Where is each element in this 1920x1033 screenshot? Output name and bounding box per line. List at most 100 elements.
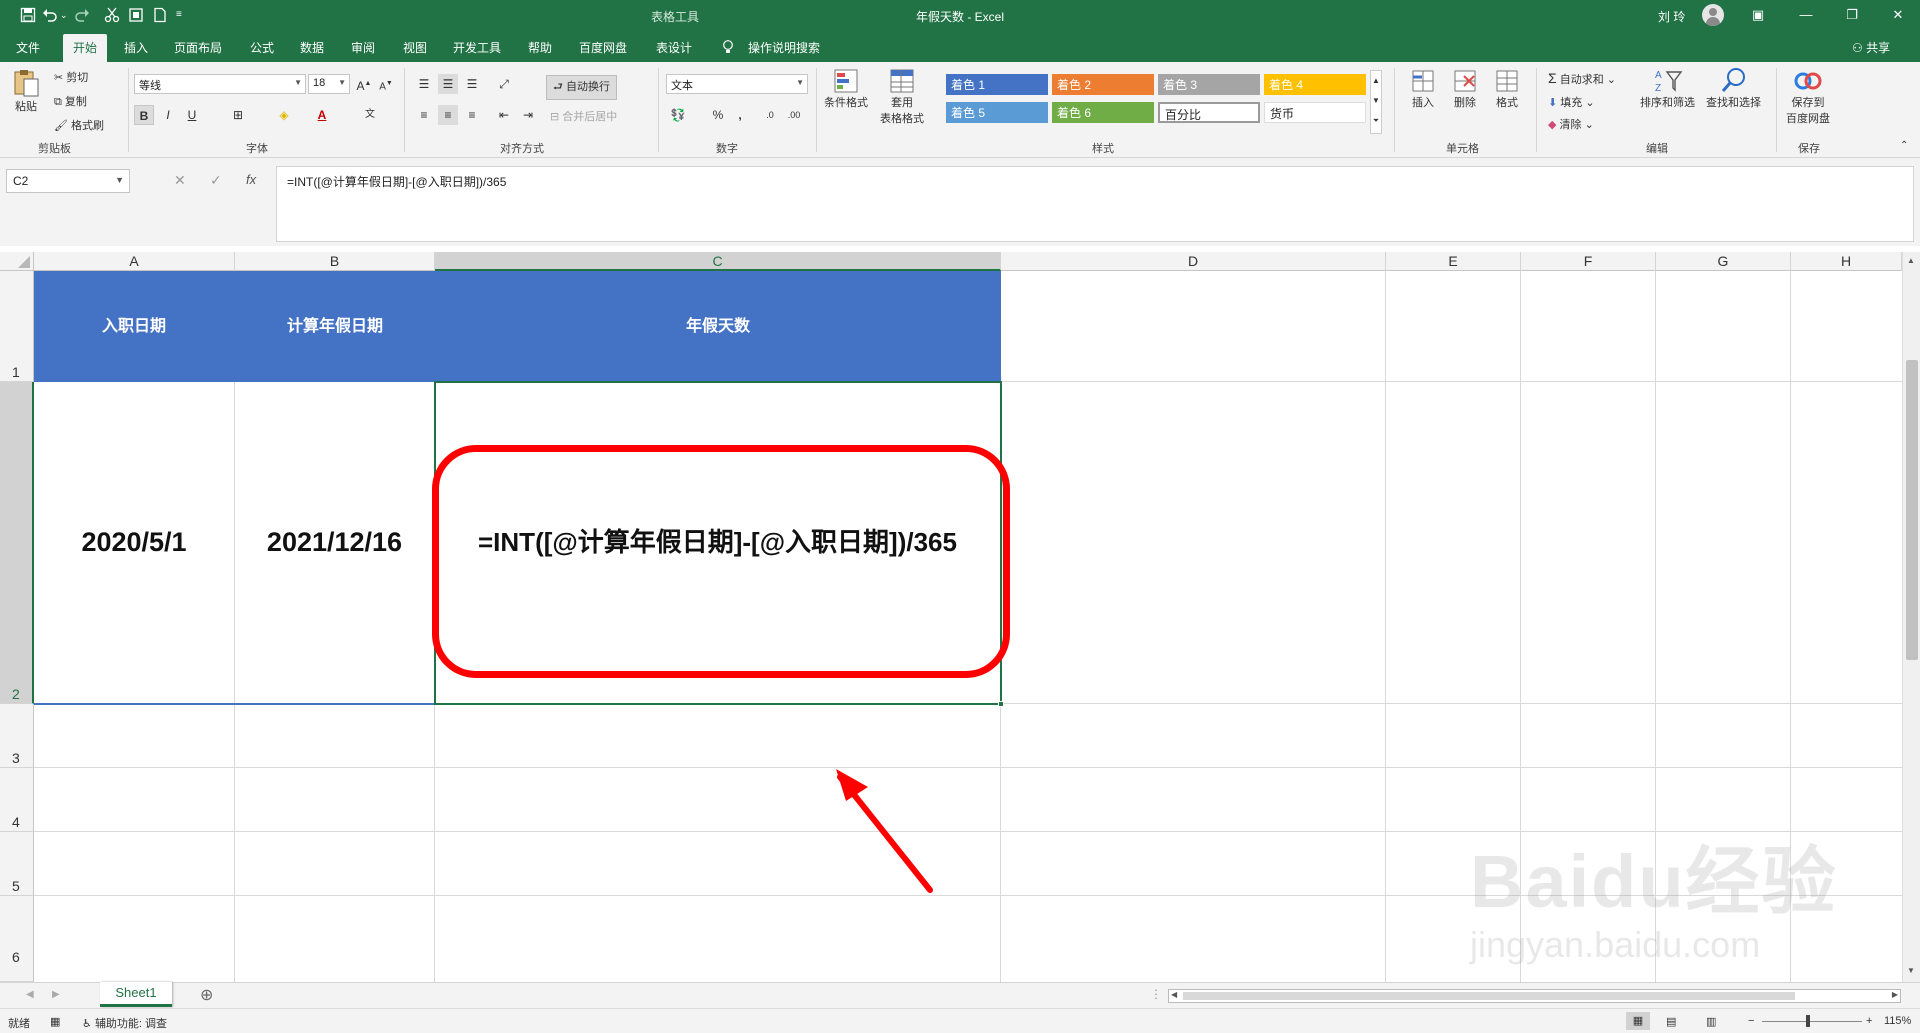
tab-view[interactable]: 视图 bbox=[403, 39, 427, 56]
orientation-icon[interactable]: ⤢ bbox=[494, 74, 514, 94]
sort-filter-button[interactable]: AZ 排序和筛选 bbox=[1640, 66, 1695, 110]
tab-home[interactable]: 开始 bbox=[63, 34, 108, 62]
worksheet-grid[interactable]: A B C D E F G H 1 2 3 4 5 6 入职日期 计算年假日期 … bbox=[0, 252, 1902, 982]
align-bottom-icon[interactable]: ☰ bbox=[462, 74, 482, 94]
tab-insert[interactable]: 插入 bbox=[124, 39, 148, 56]
insert-cells-button[interactable]: 插入 bbox=[1410, 68, 1436, 110]
column-header-b[interactable]: B bbox=[235, 252, 435, 271]
formula-input[interactable]: =INT([@计算年假日期]-[@入职日期])/365 bbox=[276, 166, 1914, 242]
format-as-table-button[interactable]: 套用 表格格式 bbox=[880, 68, 924, 126]
column-header-c[interactable]: C bbox=[435, 252, 1001, 271]
add-sheet-button[interactable]: ⊕ bbox=[200, 985, 213, 1005]
style-currency[interactable]: 货币 bbox=[1264, 102, 1366, 123]
scrollbar-thumb[interactable] bbox=[1183, 992, 1795, 1000]
next-sheet-icon[interactable]: ▶ bbox=[52, 989, 60, 1000]
wrap-text-button[interactable]: ⮐ 自动换行 bbox=[546, 75, 617, 100]
tab-formulas[interactable]: 公式 bbox=[250, 39, 274, 56]
tab-split-handle[interactable]: ⋮ bbox=[1150, 987, 1162, 1001]
insert-function-button[interactable]: fx bbox=[246, 172, 256, 187]
scrollbar-thumb[interactable] bbox=[1906, 360, 1918, 660]
tab-data[interactable]: 数据 bbox=[300, 39, 324, 56]
sheet-tab[interactable]: Sheet1 bbox=[100, 982, 172, 1007]
autosum-button[interactable]: Σ 自动求和 ⌄ bbox=[1548, 70, 1616, 87]
style-accent-2[interactable]: 着色 2 bbox=[1052, 74, 1154, 95]
page-break-view-icon[interactable]: ▥ bbox=[1706, 1015, 1716, 1028]
table-header-cell[interactable]: 年假天数 bbox=[435, 271, 1001, 382]
minimize-icon[interactable]: — bbox=[1792, 4, 1820, 26]
scroll-left-icon[interactable]: ◀ bbox=[1171, 990, 1177, 999]
font-name-select[interactable]: 等线 ▼ bbox=[134, 74, 306, 94]
increase-font-icon[interactable]: A▲ bbox=[354, 74, 374, 94]
currency-icon[interactable]: 💱 bbox=[668, 105, 688, 125]
scroll-down-icon[interactable]: ▼ bbox=[1907, 966, 1915, 975]
clear-button[interactable]: ◆ 清除 ⌄ bbox=[1548, 116, 1594, 132]
style-accent-5[interactable]: 着色 5 bbox=[946, 102, 1048, 123]
copy-button[interactable]: ⧉ 复制 bbox=[54, 93, 87, 109]
style-accent-6[interactable]: 着色 6 bbox=[1052, 102, 1154, 123]
font-size-select[interactable]: 18 ▼ bbox=[308, 74, 350, 94]
row-header-5[interactable]: 5 bbox=[0, 832, 34, 896]
column-header-d[interactable]: D bbox=[1001, 252, 1386, 271]
tab-table-design[interactable]: 表设计 bbox=[656, 39, 692, 56]
tab-file[interactable]: 文件 bbox=[16, 39, 40, 56]
decrease-font-icon[interactable]: A▼ bbox=[376, 74, 396, 94]
tab-review[interactable]: 审阅 bbox=[351, 39, 375, 56]
tab-page-layout[interactable]: 页面布局 bbox=[174, 39, 222, 56]
delete-cells-button[interactable]: 删除 bbox=[1452, 68, 1478, 110]
ribbon-display-icon[interactable]: ▣ bbox=[1744, 4, 1772, 26]
user-name[interactable]: 刘 玲 bbox=[1658, 8, 1685, 25]
name-box[interactable]: C2 ▼ bbox=[6, 169, 130, 193]
close-icon[interactable]: ✕ bbox=[1884, 4, 1912, 26]
increase-indent-icon[interactable]: ⇥ bbox=[518, 105, 538, 125]
tab-help[interactable]: 帮助 bbox=[528, 39, 552, 56]
tab-developer[interactable]: 开发工具 bbox=[453, 39, 501, 56]
bold-button[interactable]: B bbox=[134, 105, 154, 125]
normal-view-icon[interactable]: ▦ bbox=[1626, 1012, 1650, 1030]
align-top-icon[interactable]: ☰ bbox=[414, 74, 434, 94]
row-header-1[interactable]: 1 bbox=[0, 271, 34, 382]
zoom-out-button[interactable]: − bbox=[1748, 1015, 1754, 1027]
zoom-level[interactable]: 115% bbox=[1884, 1015, 1911, 1027]
share-button[interactable]: ⚇ 共享 bbox=[1852, 39, 1890, 56]
row-header-4[interactable]: 4 bbox=[0, 768, 34, 832]
zoom-in-button[interactable]: + bbox=[1866, 1015, 1872, 1027]
enter-formula-button[interactable]: ✓ bbox=[210, 172, 222, 189]
zoom-slider-thumb[interactable] bbox=[1806, 1015, 1810, 1027]
save-to-netdisk-button[interactable]: 保存到 百度网盘 bbox=[1786, 68, 1830, 126]
gallery-scroll[interactable]: ▲ ▼ ⏷ bbox=[1370, 70, 1382, 134]
restore-icon[interactable]: ❐ bbox=[1838, 4, 1866, 26]
column-header-a[interactable]: A bbox=[34, 252, 235, 271]
font-color-icon[interactable]: A bbox=[312, 105, 332, 125]
horizontal-scrollbar[interactable]: ◀ ▶ bbox=[1168, 989, 1901, 1003]
column-header-f[interactable]: F bbox=[1521, 252, 1656, 271]
align-middle-icon[interactable]: ☰ bbox=[438, 74, 458, 94]
cut-button[interactable]: ✂ 剪切 bbox=[54, 69, 88, 85]
align-right-icon[interactable]: ≡ bbox=[462, 105, 482, 125]
italic-button[interactable]: I bbox=[158, 105, 178, 125]
scroll-right-icon[interactable]: ▶ bbox=[1892, 990, 1898, 999]
macro-record-icon[interactable]: ▦ bbox=[50, 1015, 60, 1028]
select-all-corner[interactable] bbox=[0, 252, 34, 271]
underline-button[interactable]: U bbox=[182, 105, 202, 125]
zoom-slider[interactable] bbox=[1762, 1021, 1862, 1022]
conditional-format-button[interactable]: 条件格式 bbox=[824, 68, 868, 110]
decrease-indent-icon[interactable]: ⇤ bbox=[494, 105, 514, 125]
comma-button[interactable]: , bbox=[730, 105, 750, 125]
merge-center-button[interactable]: ⊟ 合并后居中 bbox=[550, 108, 617, 124]
style-accent-4[interactable]: 着色 4 bbox=[1264, 74, 1366, 95]
tell-me-search[interactable]: 操作说明搜索 bbox=[748, 39, 820, 56]
column-header-h[interactable]: H bbox=[1791, 252, 1902, 271]
vertical-scrollbar[interactable]: ▲ ▼ bbox=[1902, 252, 1920, 982]
row-header-6[interactable]: 6 bbox=[0, 896, 34, 982]
table-cell[interactable]: 2020/5/1 bbox=[34, 382, 234, 703]
table-cell[interactable]: 2021/12/16 bbox=[235, 382, 434, 703]
format-painter-button[interactable]: 🖌 格式刷 bbox=[54, 117, 104, 133]
borders-icon[interactable]: ⊞ bbox=[228, 105, 248, 125]
fill-button[interactable]: ⬇ 填充 ⌄ bbox=[1548, 94, 1595, 110]
page-layout-view-icon[interactable]: ▤ bbox=[1666, 1015, 1676, 1028]
format-cells-button[interactable]: 格式 bbox=[1494, 68, 1520, 110]
style-accent-3[interactable]: 着色 3 bbox=[1158, 74, 1260, 95]
increase-decimal-icon[interactable]: .0 bbox=[760, 105, 780, 125]
align-left-icon[interactable]: ≡ bbox=[414, 105, 434, 125]
align-center-icon[interactable]: ≡ bbox=[438, 105, 458, 125]
